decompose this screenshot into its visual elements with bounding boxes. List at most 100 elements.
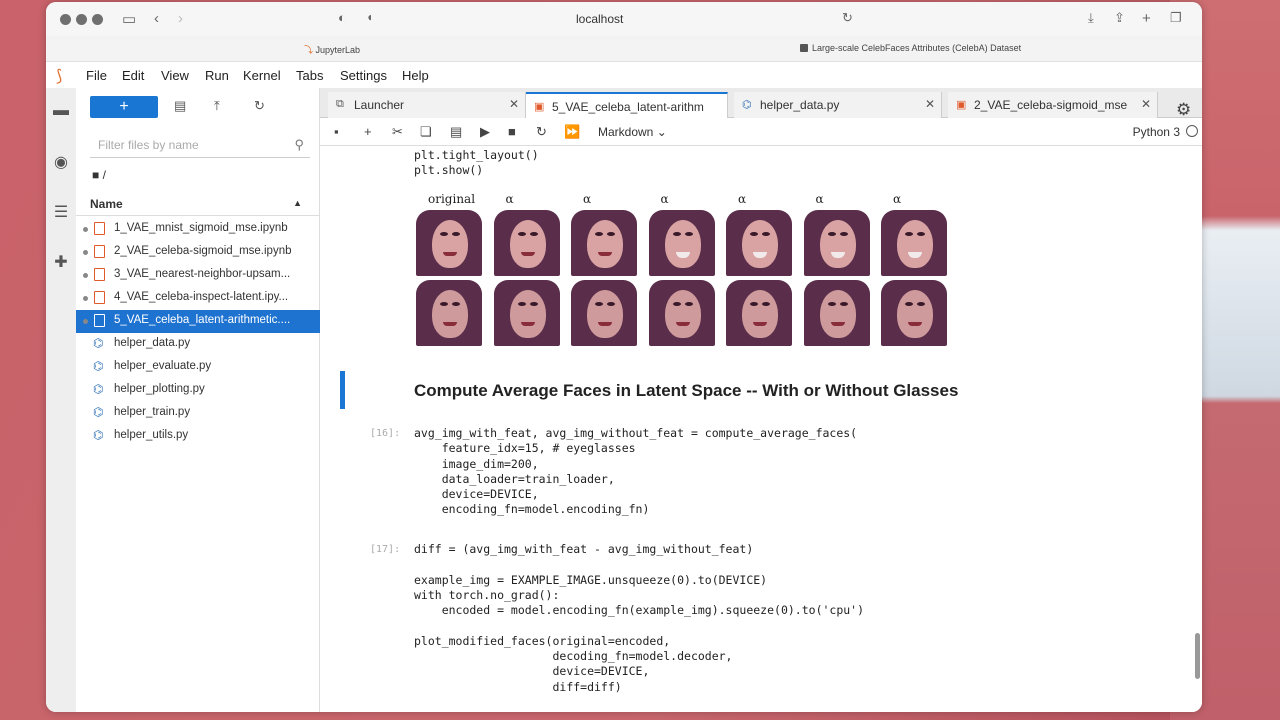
notebook-icon	[94, 245, 105, 258]
sort-ascending-icon: ▲	[293, 198, 302, 208]
save-icon[interactable]: ▪	[334, 124, 339, 139]
restart-icon[interactable]: ↻	[536, 124, 547, 140]
face-image	[803, 280, 870, 346]
upload-icon[interactable]: ⤒	[214, 98, 220, 114]
file-item[interactable]: ⌬ helper_data.py	[76, 333, 320, 356]
close-tab-icon[interactable]: ✕	[1141, 97, 1151, 111]
run-icon[interactable]: ▶	[480, 124, 490, 140]
menu-run[interactable]: Run	[205, 68, 229, 83]
chevron-down-icon: ⌄	[656, 125, 667, 139]
cell-type-select[interactable]: Markdown ⌄	[598, 125, 667, 139]
menu-help[interactable]: Help	[402, 68, 429, 83]
code-line: data_loader=train_loader,	[414, 471, 615, 486]
kernel-status-icon	[1186, 125, 1198, 137]
file-item[interactable]: ⌬ helper_utils.py	[76, 425, 320, 448]
file-item[interactable]: 2_VAE_celeba-sigmoid_mse.ipynb	[76, 241, 320, 264]
table-of-contents-icon[interactable]: ☰	[52, 204, 70, 222]
search-icon: ⚲	[294, 137, 304, 152]
microphone-icon[interactable]: ◖	[366, 10, 373, 24]
python-file-icon: ⌬	[93, 428, 104, 442]
name-column-header[interactable]: Name ▲	[76, 192, 320, 216]
file-item[interactable]: 1_VAE_mnist_sigmoid_mse.ipynb	[76, 218, 320, 241]
reload-icon[interactable]: ↻	[842, 10, 853, 26]
cut-icon[interactable]: ✂	[392, 124, 403, 140]
launcher-icon: ⧉	[336, 98, 344, 110]
file-name: 5_VAE_celeba_latent-arithmetic....	[114, 314, 291, 326]
file-item[interactable]: 5_VAE_celeba_latent-arithmetic....	[76, 310, 320, 333]
code-line: encoding_fn=model.encoding_fn)	[414, 502, 650, 517]
notebook-icon: ▣	[956, 99, 967, 111]
notebook-icon	[94, 268, 105, 281]
address-bar[interactable]: localhost	[576, 12, 623, 26]
copy-icon[interactable]: ❏	[420, 124, 432, 140]
face-image	[726, 280, 792, 346]
file-item[interactable]: 4_VAE_celeba-inspect-latent.ipy...	[76, 287, 320, 310]
tab-launcher[interactable]: ⧉ Launcher ✕	[328, 92, 526, 118]
refresh-icon[interactable]: ↻	[254, 98, 265, 114]
cube-icon	[800, 44, 808, 52]
sidebar-toggle-icon[interactable]: ▭	[122, 10, 136, 28]
back-icon[interactable]: ‹	[154, 10, 159, 27]
tab-helper-data[interactable]: ⌬ helper_data.py ✕	[734, 92, 942, 118]
tab-overview-icon[interactable]: ❐	[1170, 10, 1182, 26]
browser-tab-celeba[interactable]: Large-scale CelebFaces Attributes (Celeb…	[800, 43, 1021, 53]
face-image	[493, 210, 560, 276]
zoom-window-button[interactable]	[92, 14, 103, 25]
file-item[interactable]: ⌬ helper_evaluate.py	[76, 356, 320, 379]
file-item[interactable]: 3_VAE_nearest-neighbor-upsam...	[76, 264, 320, 287]
tab-latent-arithmetic[interactable]: ▣ 5_VAE_celeba_latent-arithm	[526, 92, 728, 118]
filter-input[interactable]: Filter files by name ⚲	[90, 132, 310, 158]
section-heading: Compute Average Faces in Latent Space --…	[414, 381, 959, 400]
folder-crumb-icon: ■	[92, 168, 100, 182]
document-tab-bar: ⧉ Launcher ✕ ▣ 5_VAE_celeba_latent-arith…	[320, 88, 1202, 118]
close-tab-icon[interactable]: ✕	[509, 97, 519, 111]
menu-view[interactable]: View	[161, 68, 189, 83]
file-item[interactable]: ⌬ helper_train.py	[76, 402, 320, 425]
python-file-icon: ⌬	[93, 336, 104, 350]
stop-icon[interactable]: ■	[508, 124, 516, 139]
forward-icon[interactable]: ›	[178, 10, 183, 27]
close-window-button[interactable]	[60, 14, 71, 25]
insert-cell-icon[interactable]: +	[364, 124, 372, 139]
code-cell-plot-modified[interactable]: diff = (avg_img_with_feat - avg_img_with…	[414, 542, 864, 695]
main-area: ⧉ Launcher ✕ ▣ 5_VAE_celeba_latent-arith…	[320, 88, 1202, 712]
minimize-window-button[interactable]	[76, 14, 87, 25]
kernel-name[interactable]: Python 3	[1133, 125, 1180, 139]
browser-tab-bar: ⤵ JupyterLab Large-scale CelebFaces Attr…	[46, 36, 1202, 62]
property-inspector-icon[interactable]: ⚙	[1176, 100, 1191, 120]
folder-icon[interactable]: ▬	[52, 102, 70, 120]
file-name: helper_train.py	[114, 406, 191, 418]
new-folder-icon[interactable]: ▤	[174, 98, 186, 114]
privacy-icon[interactable]: ◐	[338, 10, 346, 25]
menu-settings[interactable]: Settings	[340, 68, 387, 83]
file-name: 1_VAE_mnist_sigmoid_mse.ipynb	[114, 222, 288, 234]
face-image	[881, 280, 947, 346]
vertical-scrollbar[interactable]	[1195, 633, 1200, 679]
fast-forward-icon[interactable]: ⏩	[564, 124, 580, 140]
active-cell-indicator[interactable]	[340, 371, 345, 409]
cell-prompt: [16]:	[370, 428, 401, 439]
close-tab-icon[interactable]: ✕	[925, 97, 935, 111]
share-icon[interactable]: ⇪	[1114, 10, 1125, 26]
file-name: 2_VAE_celeba-sigmoid_mse.ipynb	[114, 245, 292, 257]
new-launcher-button[interactable]: +	[90, 96, 158, 118]
download-icon[interactable]: ⤓	[1088, 10, 1094, 26]
browser-tab-jupyterlab[interactable]: ⤵ JupyterLab	[304, 43, 360, 56]
code-line: device=DEVICE,	[414, 487, 539, 502]
new-tab-icon[interactable]: +	[1142, 10, 1151, 27]
tab-sigmoid-mse[interactable]: ▣ 2_VAE_celeba-sigmoid_mse ✕	[948, 92, 1158, 118]
code-line: diff = (avg_img_with_feat - avg_img_with…	[414, 542, 754, 556]
menu-edit[interactable]: Edit	[122, 68, 144, 83]
menu-file[interactable]: File	[86, 68, 107, 83]
code-line: with torch.no_grad():	[414, 587, 560, 602]
running-sessions-icon[interactable]: ◉	[52, 154, 70, 172]
paste-icon[interactable]: ▤	[450, 124, 462, 140]
menu-tabs[interactable]: Tabs	[296, 68, 323, 83]
breadcrumb[interactable]: ■ /	[92, 168, 106, 182]
menu-kernel[interactable]: Kernel	[243, 68, 281, 83]
code-cell-average-faces[interactable]: avg_img_with_feat, avg_img_without_feat …	[414, 426, 857, 518]
extensions-icon[interactable]: ✚	[52, 254, 70, 272]
running-indicator-icon	[83, 227, 88, 232]
file-item[interactable]: ⌬ helper_plotting.py	[76, 379, 320, 402]
file-name: helper_utils.py	[114, 429, 189, 441]
